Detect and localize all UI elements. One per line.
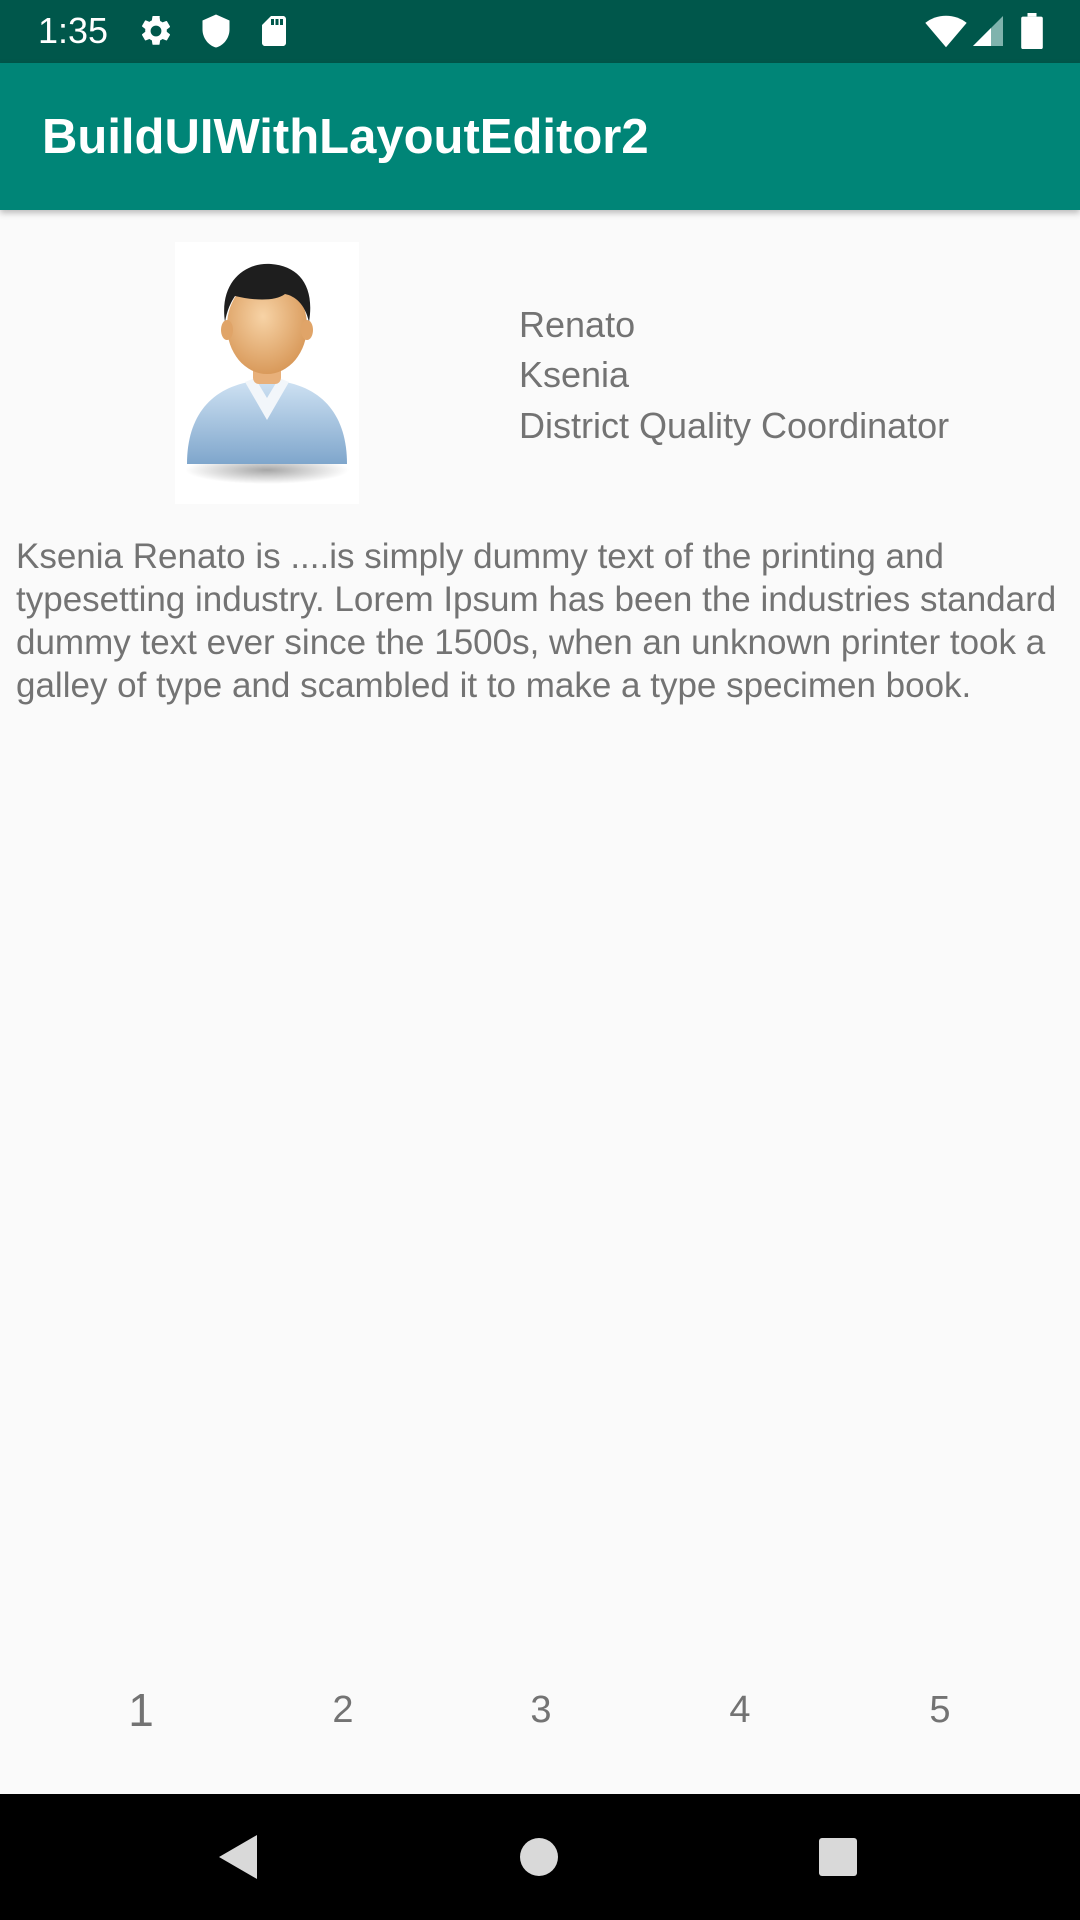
recents-icon[interactable]	[808, 1827, 868, 1887]
last-name: Ksenia	[519, 354, 630, 395]
home-icon[interactable]	[509, 1827, 569, 1887]
status-bar: 1:35	[0, 0, 1080, 63]
sd-card-icon	[256, 13, 292, 49]
back-icon[interactable]	[209, 1827, 269, 1887]
battery-icon	[1020, 13, 1044, 50]
person-avatar-icon	[175, 242, 359, 504]
job-title: District Quality Coordinator	[519, 405, 950, 446]
navigation-bar	[0, 1794, 1080, 1920]
signal-icon	[970, 13, 1006, 49]
page-1-button[interactable]: 1	[101, 1680, 181, 1740]
page-3-button[interactable]: 3	[501, 1680, 581, 1740]
app-title: BuildUIWithLayoutEditor2	[42, 110, 649, 164]
bio-text: Ksenia Renato is ....is simply dummy tex…	[16, 537, 1057, 705]
first-name: Renato	[519, 304, 636, 345]
app-bar: BuildUIWithLayoutEditor2	[0, 63, 1080, 210]
status-time: 1:35	[38, 10, 109, 51]
shield-icon	[198, 13, 234, 49]
page-2-button[interactable]: 2	[303, 1680, 383, 1740]
wifi-icon	[924, 13, 968, 49]
page-4-button[interactable]: 4	[700, 1680, 780, 1740]
settings-icon	[138, 13, 174, 49]
page-5-button[interactable]: 5	[900, 1680, 980, 1740]
